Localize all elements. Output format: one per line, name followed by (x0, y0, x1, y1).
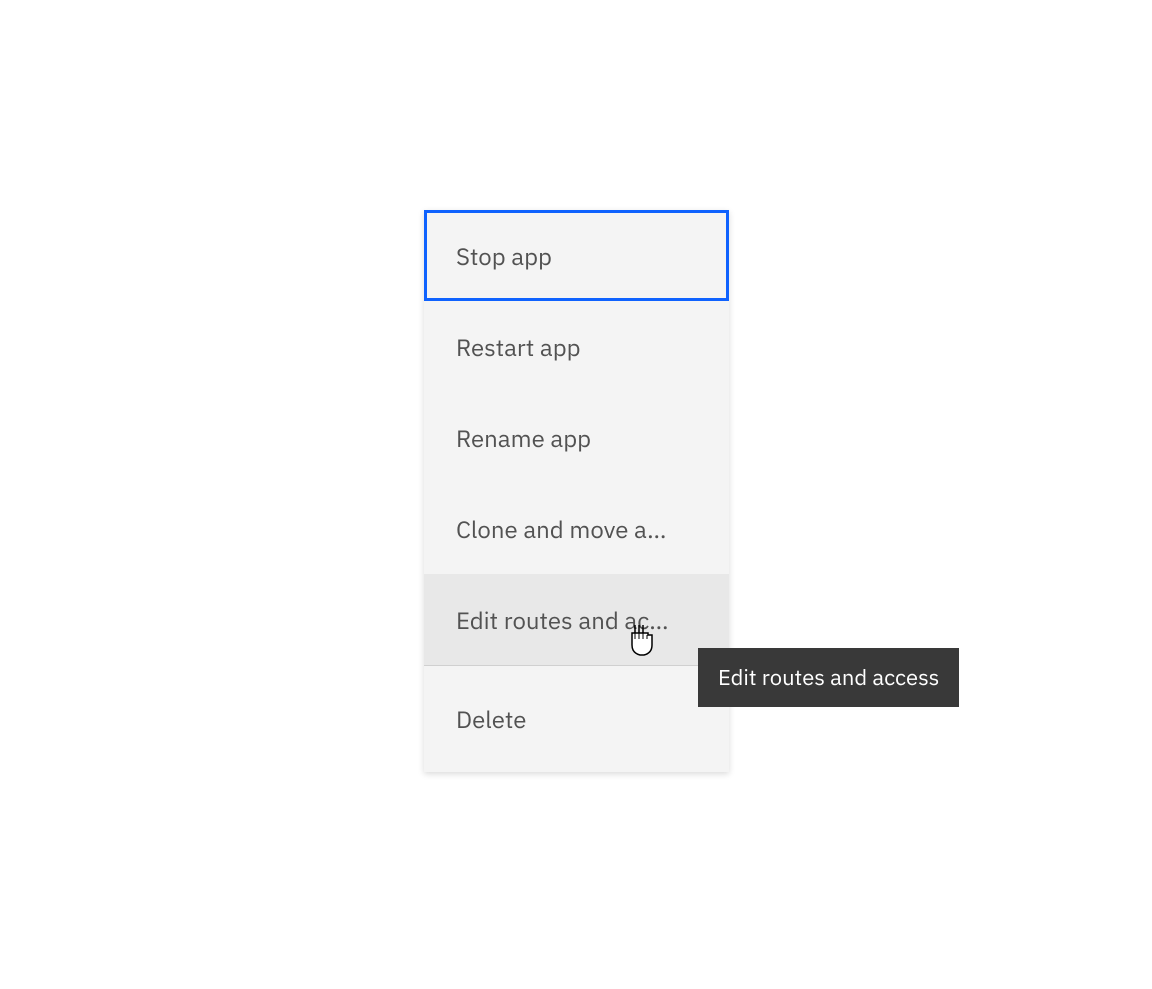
menu-item-edit-routes[interactable]: Edit routes and ac… (424, 574, 729, 665)
menu-item-label: Stop app (456, 240, 552, 272)
menu-item-delete[interactable]: Delete (424, 666, 729, 772)
menu-item-label: Rename app (456, 422, 591, 454)
menu-item-restart-app[interactable]: Restart app (424, 301, 729, 392)
menu-item-stop-app[interactable]: Stop app (424, 210, 729, 301)
menu-item-label: Delete (456, 703, 527, 735)
menu-item-label: Restart app (456, 331, 581, 363)
menu-item-clone-move-app[interactable]: Clone and move a… (424, 483, 729, 574)
tooltip-text: Edit routes and access (718, 663, 939, 692)
menu-item-label: Edit routes and ac… (456, 604, 669, 636)
menu-item-rename-app[interactable]: Rename app (424, 392, 729, 483)
context-menu: Stop app Restart app Rename app Clone an… (424, 210, 729, 772)
tooltip: Edit routes and access (698, 648, 959, 707)
menu-item-label: Clone and move a… (456, 513, 666, 545)
